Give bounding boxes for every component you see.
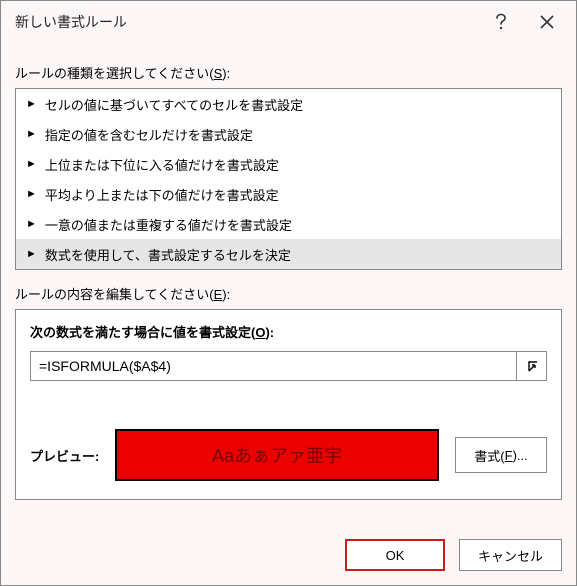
range-selector-icon: [525, 359, 539, 373]
close-icon: [540, 15, 554, 29]
rule-edit-fieldset: 次の数式を満たす場合に値を書式設定(O): プレビュー: Aaあぁアァ亜宇: [15, 309, 562, 500]
cancel-button-label: キャンセル: [478, 546, 543, 565]
rule-type-item-label: 上位または下位に入る値だけを書式設定: [45, 155, 279, 174]
triangle-right-icon: ►: [26, 189, 37, 200]
ok-button[interactable]: OK: [345, 539, 445, 571]
rule-type-item[interactable]: ► セルの値に基づいてすべてのセルを書式設定: [16, 89, 561, 119]
rule-type-label-prefix: ルールの種類を選択してください(: [15, 66, 214, 81]
range-selector-button[interactable]: [516, 352, 546, 380]
help-icon: [494, 13, 508, 31]
rule-edit-label: ルールの内容を編集してください(E):: [15, 284, 562, 303]
rule-type-item[interactable]: ► 上位または下位に入る値だけを書式設定: [16, 149, 561, 179]
triangle-right-icon: ►: [26, 219, 37, 230]
rule-type-item[interactable]: ► 平均より上または下の値だけを書式設定: [16, 179, 561, 209]
rule-type-item-label: 平均より上または下の値だけを書式設定: [45, 185, 279, 204]
close-button[interactable]: [524, 2, 570, 42]
rule-type-item-label: 数式を使用して、書式設定するセルを決定: [45, 245, 291, 264]
format-btn-prefix: 書式(: [474, 446, 504, 465]
rule-type-item-label: セルの値に基づいてすべてのセルを書式設定: [45, 95, 303, 114]
rule-edit-label-prefix: ルールの内容を編集してください(: [15, 287, 214, 302]
cancel-button[interactable]: キャンセル: [459, 539, 562, 571]
format-btn-suffix: )...: [513, 448, 528, 463]
format-btn-accelerator: F: [505, 448, 513, 463]
formula-accelerator: O: [255, 325, 265, 340]
dialog-footer: OK キャンセル: [1, 527, 576, 585]
titlebar: 新しい書式ルール: [1, 1, 576, 43]
help-button[interactable]: [478, 2, 524, 42]
preview-label: プレビュー:: [30, 446, 99, 465]
triangle-right-icon: ►: [26, 249, 37, 260]
rule-type-item-label: 指定の値を含むセルだけを書式設定: [45, 125, 253, 144]
rule-type-item-label: 一意の値または重複する値だけを書式設定: [45, 215, 292, 234]
rule-type-label-suffix: ):: [222, 66, 230, 81]
preview-sample-text: Aaあぁアァ亜宇: [212, 442, 342, 468]
rule-type-item[interactable]: ► 一意の値または重複する値だけを書式設定: [16, 209, 561, 239]
rule-type-accelerator: S: [214, 66, 223, 81]
dialog-new-formatting-rule: 新しい書式ルール ルールの種類を選択してください(S): ► セルの値に基づいてす…: [0, 0, 577, 586]
rule-type-label: ルールの種類を選択してください(S):: [15, 63, 562, 82]
dialog-content: ルールの種類を選択してください(S): ► セルの値に基づいてすべてのセルを書式設…: [1, 43, 576, 527]
triangle-right-icon: ►: [26, 159, 37, 170]
formula-label-prefix: 次の数式を満たす場合に値を書式設定(: [30, 325, 255, 340]
formula-input[interactable]: [31, 352, 516, 380]
rule-edit-accelerator: E: [214, 287, 223, 302]
triangle-right-icon: ►: [26, 129, 37, 140]
rule-type-item[interactable]: ► 数式を使用して、書式設定するセルを決定: [16, 239, 561, 269]
preview-row: プレビュー: Aaあぁアァ亜宇 書式(F)...: [30, 429, 547, 481]
formula-label-suffix: ):: [265, 325, 274, 340]
dialog-title: 新しい書式ルール: [15, 12, 478, 32]
formula-row: [30, 351, 547, 381]
format-preview: Aaあぁアァ亜宇: [115, 429, 439, 481]
triangle-right-icon: ►: [26, 99, 37, 110]
ok-button-label: OK: [386, 548, 405, 563]
rule-type-listbox[interactable]: ► セルの値に基づいてすべてのセルを書式設定 ► 指定の値を含むセルだけを書式設定 ► 上…: [15, 88, 562, 270]
rule-type-item[interactable]: ► 指定の値を含むセルだけを書式設定: [16, 119, 561, 149]
formula-label: 次の数式を満たす場合に値を書式設定(O):: [30, 322, 547, 341]
rule-edit-label-suffix: ):: [222, 287, 230, 302]
format-button[interactable]: 書式(F)...: [455, 437, 547, 473]
